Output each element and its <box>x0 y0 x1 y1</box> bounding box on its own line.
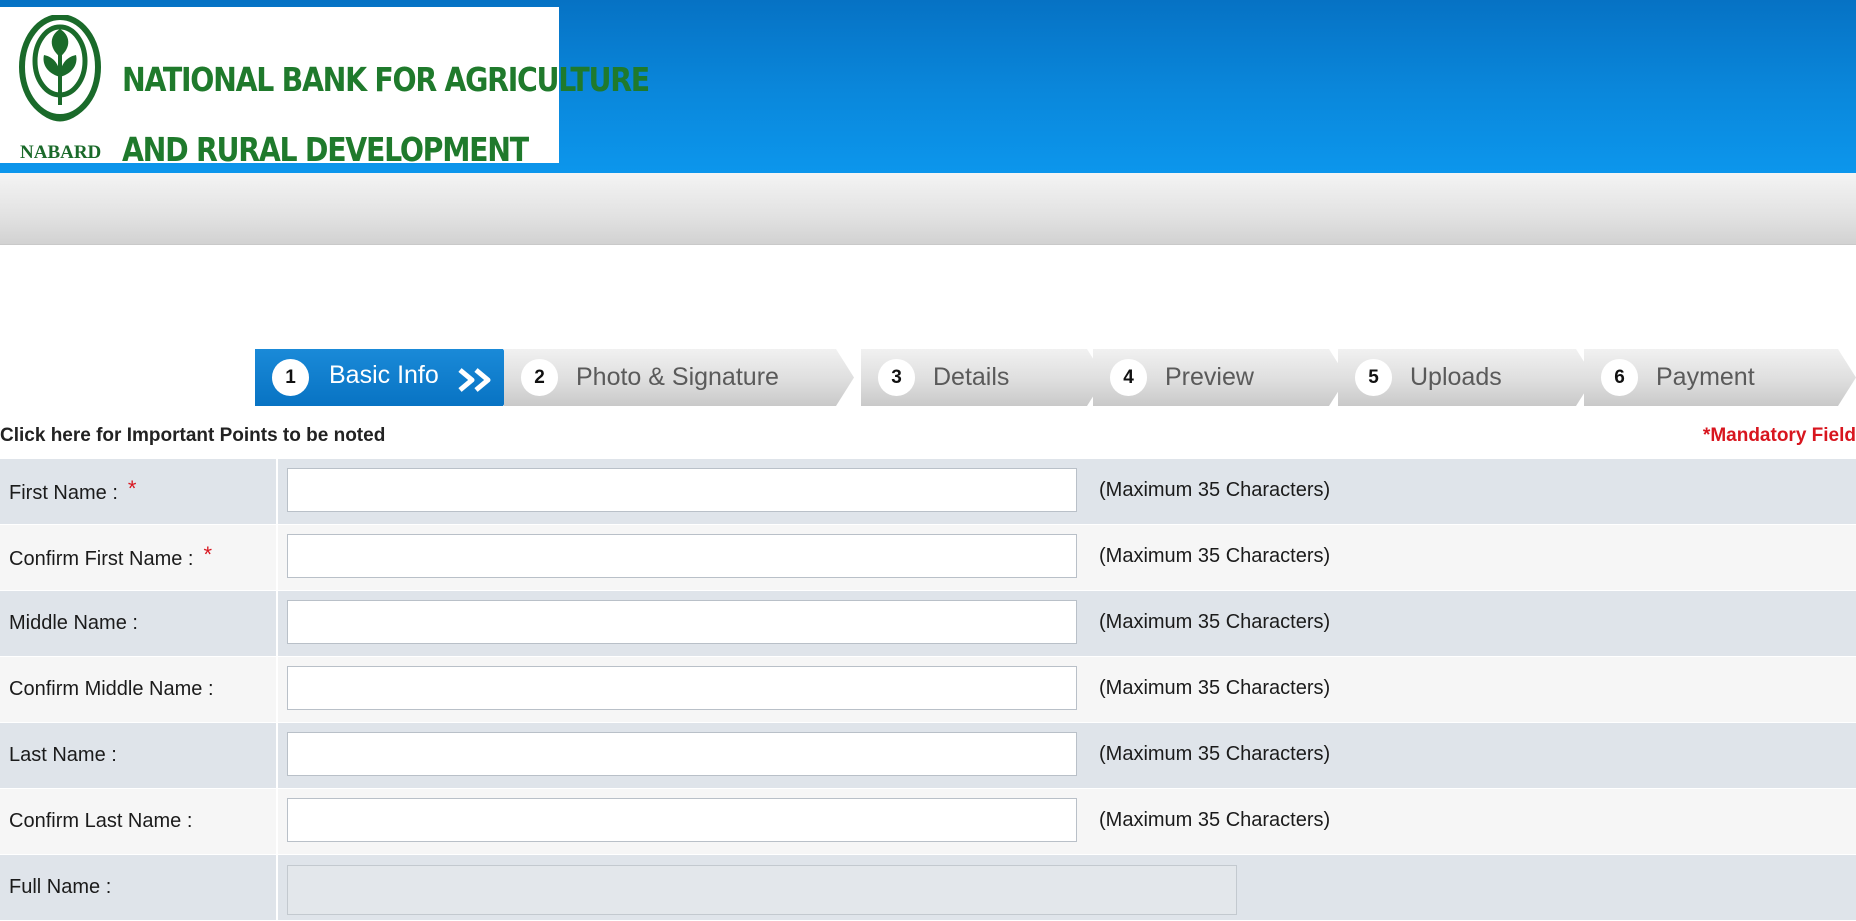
step-label: Basic Info <box>329 361 439 389</box>
field-label-text: Confirm Last Name : <box>9 810 193 832</box>
field-hint: (Maximum 35 Characters) <box>1099 545 1331 567</box>
field-label-text: First Name : <box>9 482 118 504</box>
org-name-line1: NATIONAL BANK FOR AGRICULTURE <box>122 60 650 99</box>
field-hint: (Maximum 35 Characters) <box>1099 611 1331 633</box>
field-label-text: Last Name : <box>9 744 117 766</box>
step-label: Payment <box>1656 363 1755 391</box>
form-row-last-name: Last Name : (Maximum 35 Characters) <box>0 723 1856 789</box>
field-label: Full Name : <box>9 855 111 920</box>
field-label-text: Middle Name : <box>9 612 138 634</box>
org-abbreviation: NABARD <box>20 142 102 163</box>
step-number: 5 <box>1355 359 1392 396</box>
mandatory-field-note: *Mandatory Field <box>1702 425 1856 446</box>
page-header: NABARD NATIONAL BANK FOR AGRICULTURE AND… <box>0 0 1856 173</box>
form-row-first-name: First Name : * (Maximum 35 Characters) <box>0 459 1856 525</box>
basic-info-form: First Name : * (Maximum 35 Characters) Co… <box>0 459 1856 921</box>
field-label: Confirm Middle Name : <box>9 657 214 722</box>
label-cell: Middle Name : <box>0 591 278 656</box>
form-row-confirm-middle-name: Confirm Middle Name : (Maximum 35 Charac… <box>0 657 1856 723</box>
org-name-line2: AND RURAL DEVELOPMENT <box>122 130 529 169</box>
field-hint: (Maximum 35 Characters) <box>1099 677 1331 699</box>
label-cell: Full Name : <box>0 855 278 920</box>
form-row-middle-name: Middle Name : (Maximum 35 Characters) <box>0 591 1856 657</box>
step-number: 6 <box>1601 359 1638 396</box>
required-marker: * <box>127 476 137 501</box>
step-number: 1 <box>272 359 309 396</box>
confirm-middle-name-input[interactable] <box>287 666 1077 710</box>
middle-name-input[interactable] <box>287 600 1077 644</box>
first-name-input[interactable] <box>287 468 1077 512</box>
field-label: First Name : * <box>9 459 136 526</box>
step-progress: 1 Basic Info 2 Photo & Signature 3 Detai… <box>255 349 1856 406</box>
required-marker: * <box>203 542 213 567</box>
important-points-link[interactable]: Click here for Important Points to be no… <box>0 425 385 447</box>
form-row-confirm-last-name: Confirm Last Name : (Maximum 35 Characte… <box>0 789 1856 855</box>
step-photo-signature[interactable]: 2 Photo & Signature <box>504 349 854 406</box>
org-name: NATIONAL BANK FOR AGRICULTURE AND RURAL … <box>122 45 650 185</box>
field-label: Middle Name : <box>9 591 138 656</box>
step-number: 3 <box>878 359 915 396</box>
step-number: 2 <box>521 359 558 396</box>
step-label: Preview <box>1165 363 1254 391</box>
confirm-last-name-input[interactable] <box>287 798 1077 842</box>
nabard-emblem-icon <box>19 15 101 122</box>
step-number: 4 <box>1110 359 1147 396</box>
double-chevron-right-icon <box>456 366 496 394</box>
field-label: Last Name : <box>9 723 117 788</box>
field-label-text: Confirm First Name : <box>9 548 194 570</box>
field-label: Confirm First Name : * <box>9 525 212 592</box>
field-hint: (Maximum 35 Characters) <box>1099 809 1331 831</box>
field-label: Confirm Last Name : <box>9 789 192 854</box>
step-uploads[interactable]: 5 Uploads <box>1338 349 1594 406</box>
label-cell: Last Name : <box>0 723 278 788</box>
field-label-text: Full Name : <box>9 876 112 898</box>
nav-band <box>0 173 1856 245</box>
label-cell: Confirm Last Name : <box>0 789 278 854</box>
confirm-first-name-input[interactable] <box>287 534 1077 578</box>
logo: NABARD NATIONAL BANK FOR AGRICULTURE AND… <box>0 7 650 169</box>
form-row-full-name: Full Name : <box>0 855 1856 921</box>
step-basic-info[interactable]: 1 Basic Info <box>255 349 521 406</box>
label-cell: Confirm Middle Name : <box>0 657 278 722</box>
field-label-text: Confirm Middle Name : <box>9 678 214 700</box>
step-details[interactable]: 3 Details <box>861 349 1105 406</box>
step-preview[interactable]: 4 Preview <box>1093 349 1347 406</box>
last-name-input[interactable] <box>287 732 1077 776</box>
label-cell: First Name : * <box>0 459 278 524</box>
step-label: Photo & Signature <box>576 363 779 391</box>
field-hint: (Maximum 35 Characters) <box>1099 479 1331 501</box>
label-cell: Confirm First Name : * <box>0 525 278 590</box>
step-label: Uploads <box>1410 363 1502 391</box>
full-name-display <box>287 865 1237 915</box>
step-payment[interactable]: 6 Payment <box>1584 349 1856 406</box>
step-label: Details <box>933 363 1010 391</box>
form-row-confirm-first-name: Confirm First Name : * (Maximum 35 Charac… <box>0 525 1856 591</box>
field-hint: (Maximum 35 Characters) <box>1099 743 1331 765</box>
